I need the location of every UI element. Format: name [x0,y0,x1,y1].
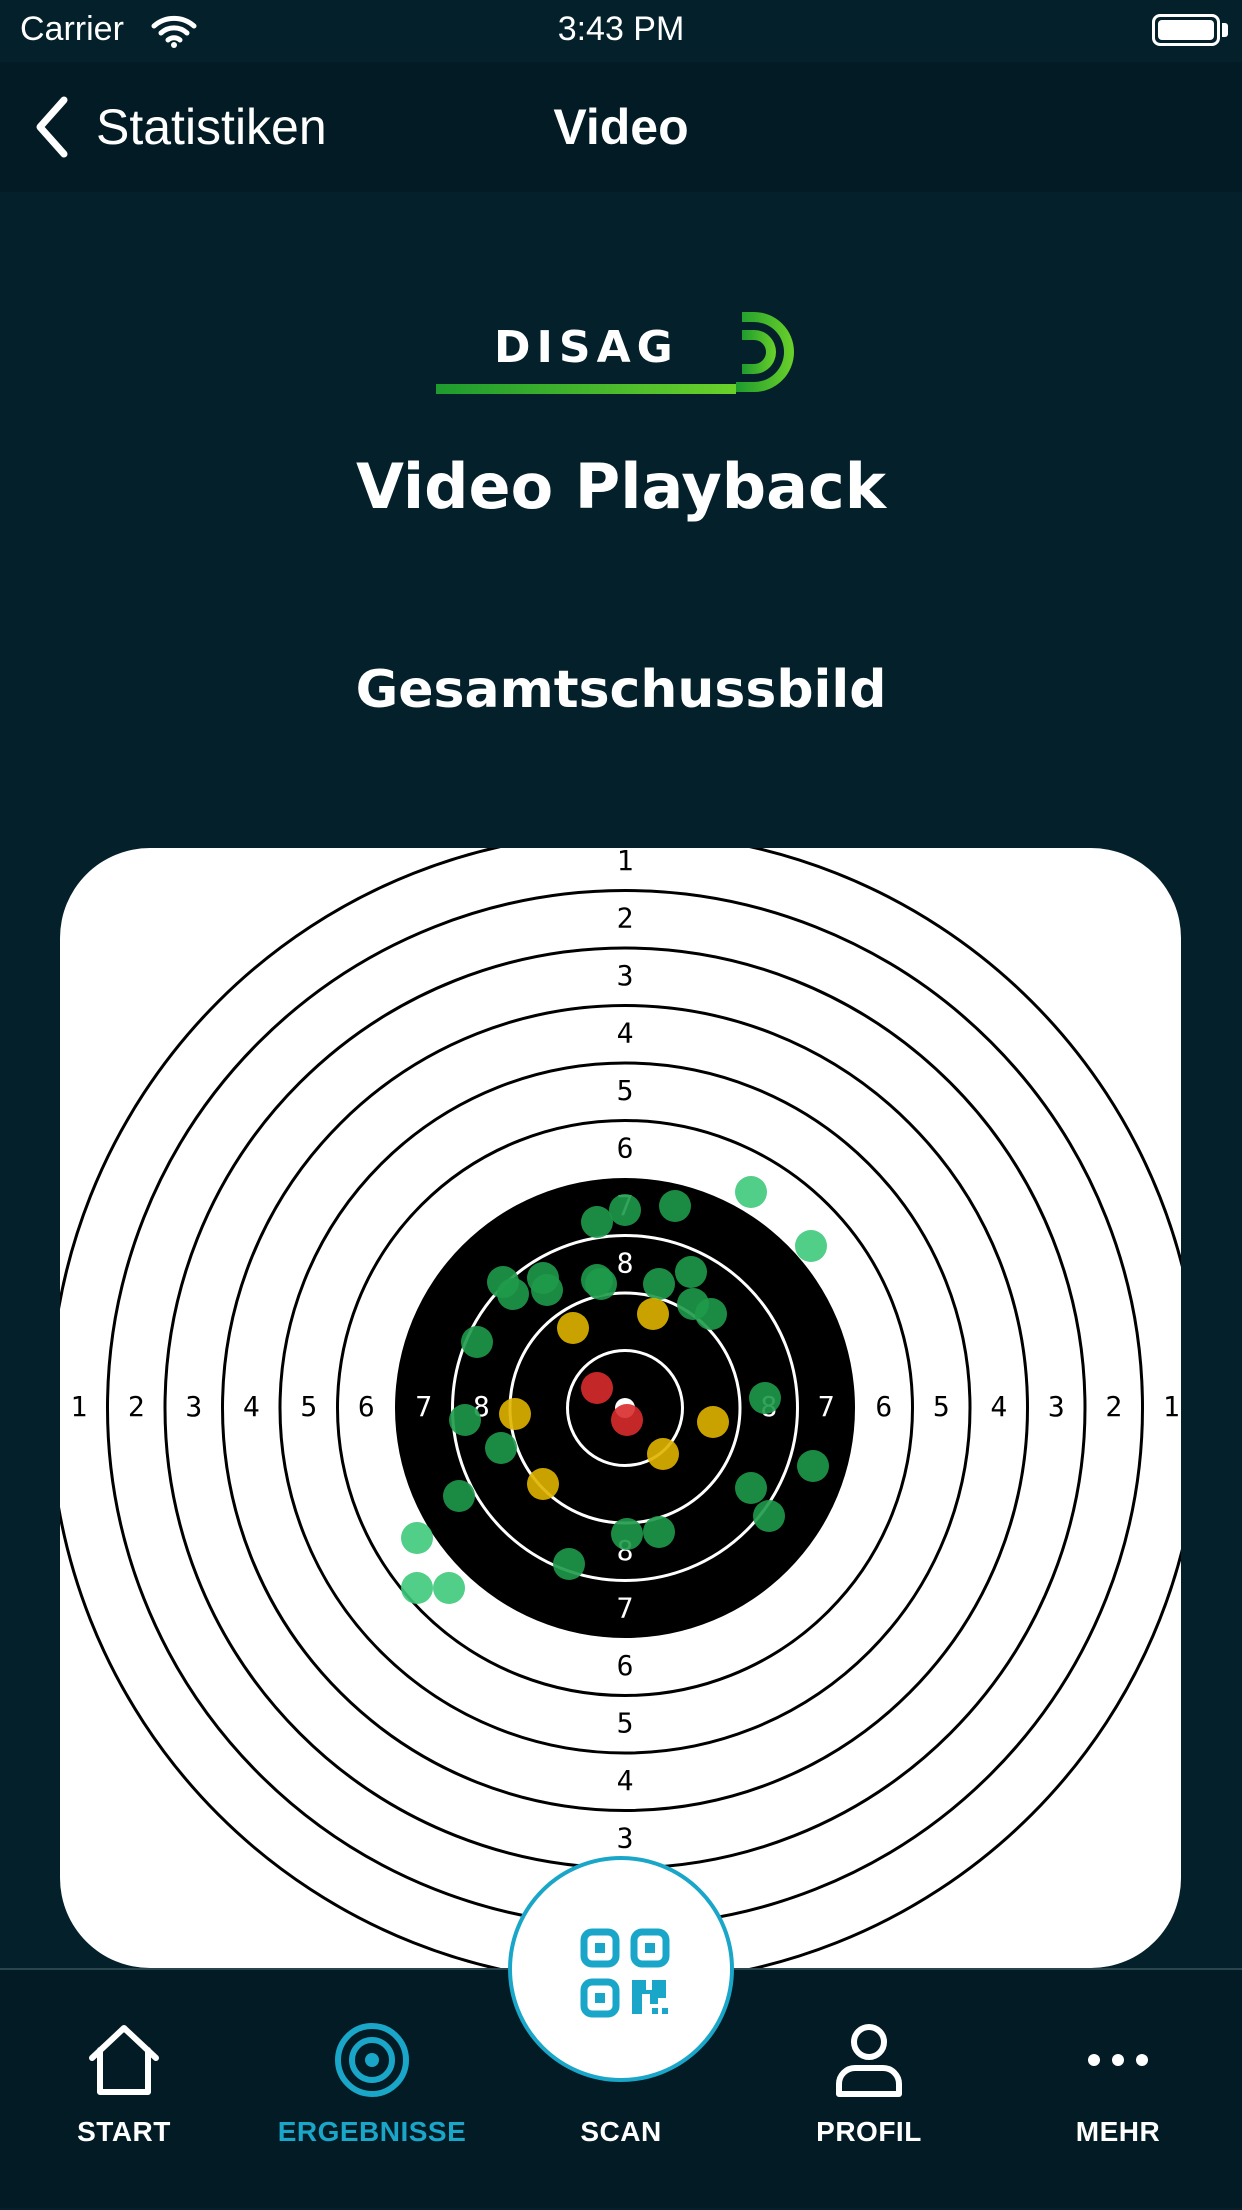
tab-results-label: ERGEBNISSE [277,2116,467,2147]
ring-number: 2 [128,1390,145,1423]
shot-hole [581,1206,613,1238]
tab-start[interactable]: START [0,1970,248,2210]
page-title: Video [553,99,689,155]
shot-hole [675,1256,707,1288]
ring-number: 4 [617,1016,634,1049]
ring-number: 7 [617,1591,634,1624]
ring-number: 3 [617,1821,634,1854]
shot-hole [611,1518,643,1550]
navigation-bar: Statistiken Video [0,62,1242,192]
tab-start-label: START [77,2116,171,2147]
ring-number: 2 [617,901,634,934]
shot-hole [795,1230,827,1262]
ring-number: 3 [617,959,634,992]
shot-hole [401,1522,433,1554]
shot-hole [609,1194,641,1226]
ring-number: 1 [617,848,634,877]
ring-number: 5 [617,1706,634,1739]
target-icon [335,2023,409,2097]
more-icon [1088,2054,1148,2066]
ring-number: 4 [990,1390,1007,1423]
profile-icon [836,2024,902,2097]
scan-button[interactable] [508,1856,734,2082]
shot-hole [749,1382,781,1414]
tab-profile[interactable]: PROFIL [745,1970,993,2210]
shot-hole [497,1278,529,1310]
ring-number: 2 [1105,1390,1122,1423]
ring-number: 5 [300,1390,317,1423]
tab-profile-label: PROFIL [816,2116,922,2147]
ring-number: 8 [617,1246,634,1279]
shot-hole [659,1190,691,1222]
shot-hole [643,1268,675,1300]
ring-number: 7 [415,1390,432,1423]
battery-tip [1222,23,1228,37]
shot-hole [581,1372,613,1404]
video-playback-heading: Video Playback [356,450,886,523]
tab-more[interactable]: MEHR [994,1970,1242,2210]
shot-hole [485,1432,517,1464]
shot-hole [585,1268,617,1300]
shot-hole [695,1298,727,1330]
shot-hole [697,1406,729,1438]
shot-hole [735,1176,767,1208]
ring-number: 3 [1048,1390,1065,1423]
shot-hole [527,1468,559,1500]
shot-hole [797,1450,829,1482]
ring-number: 6 [875,1390,892,1423]
shot-hole [433,1572,465,1604]
ring-number: 6 [617,1131,634,1164]
ring-number: 1 [70,1390,87,1423]
shot-hole [401,1572,433,1604]
shot-hole [531,1274,563,1306]
ring-number: 5 [933,1390,950,1423]
shot-hole [499,1398,531,1430]
shot-hole [449,1404,481,1436]
shot-hole [611,1404,643,1436]
overall-shot-group-heading: Gesamtschussbild [355,660,887,720]
ring-number: 6 [617,1649,634,1682]
shot-hole [647,1438,679,1470]
ring-number: 1 [1163,1390,1180,1423]
shot-hole [643,1516,675,1548]
shooting-target: 123456788765431234567887654321 [60,848,1181,1968]
shot-hole [553,1548,585,1580]
shot-hole [637,1298,669,1330]
shooting-target-card: 123456788765431234567887654321 [60,848,1181,1968]
shot-hole [443,1480,475,1512]
shot-hole [753,1500,785,1532]
svg-text:DISAG: DISAG [494,322,679,373]
ring-number: 7 [818,1390,835,1423]
status-time: 3:43 PM [557,10,685,48]
qr-code-icon [580,1928,670,2018]
battery-icon [1152,14,1220,46]
ring-number: 4 [243,1390,260,1423]
status-bar: Carrier 3:43 PM [0,0,1242,62]
shot-hole [557,1312,589,1344]
tab-results[interactable]: ERGEBNISSE [248,1970,496,2210]
tab-more-label: MEHR [1075,2116,1161,2147]
shot-hole [735,1472,767,1504]
home-icon [89,2025,159,2095]
disag-logo: DISAG [436,312,794,394]
ring-number: 5 [617,1074,634,1107]
shot-hole [461,1326,493,1358]
ring-number: 6 [358,1390,375,1423]
ring-number: 3 [185,1390,202,1423]
tab-scan-label: SCAN [580,2116,662,2147]
ring-number: 4 [617,1764,634,1797]
